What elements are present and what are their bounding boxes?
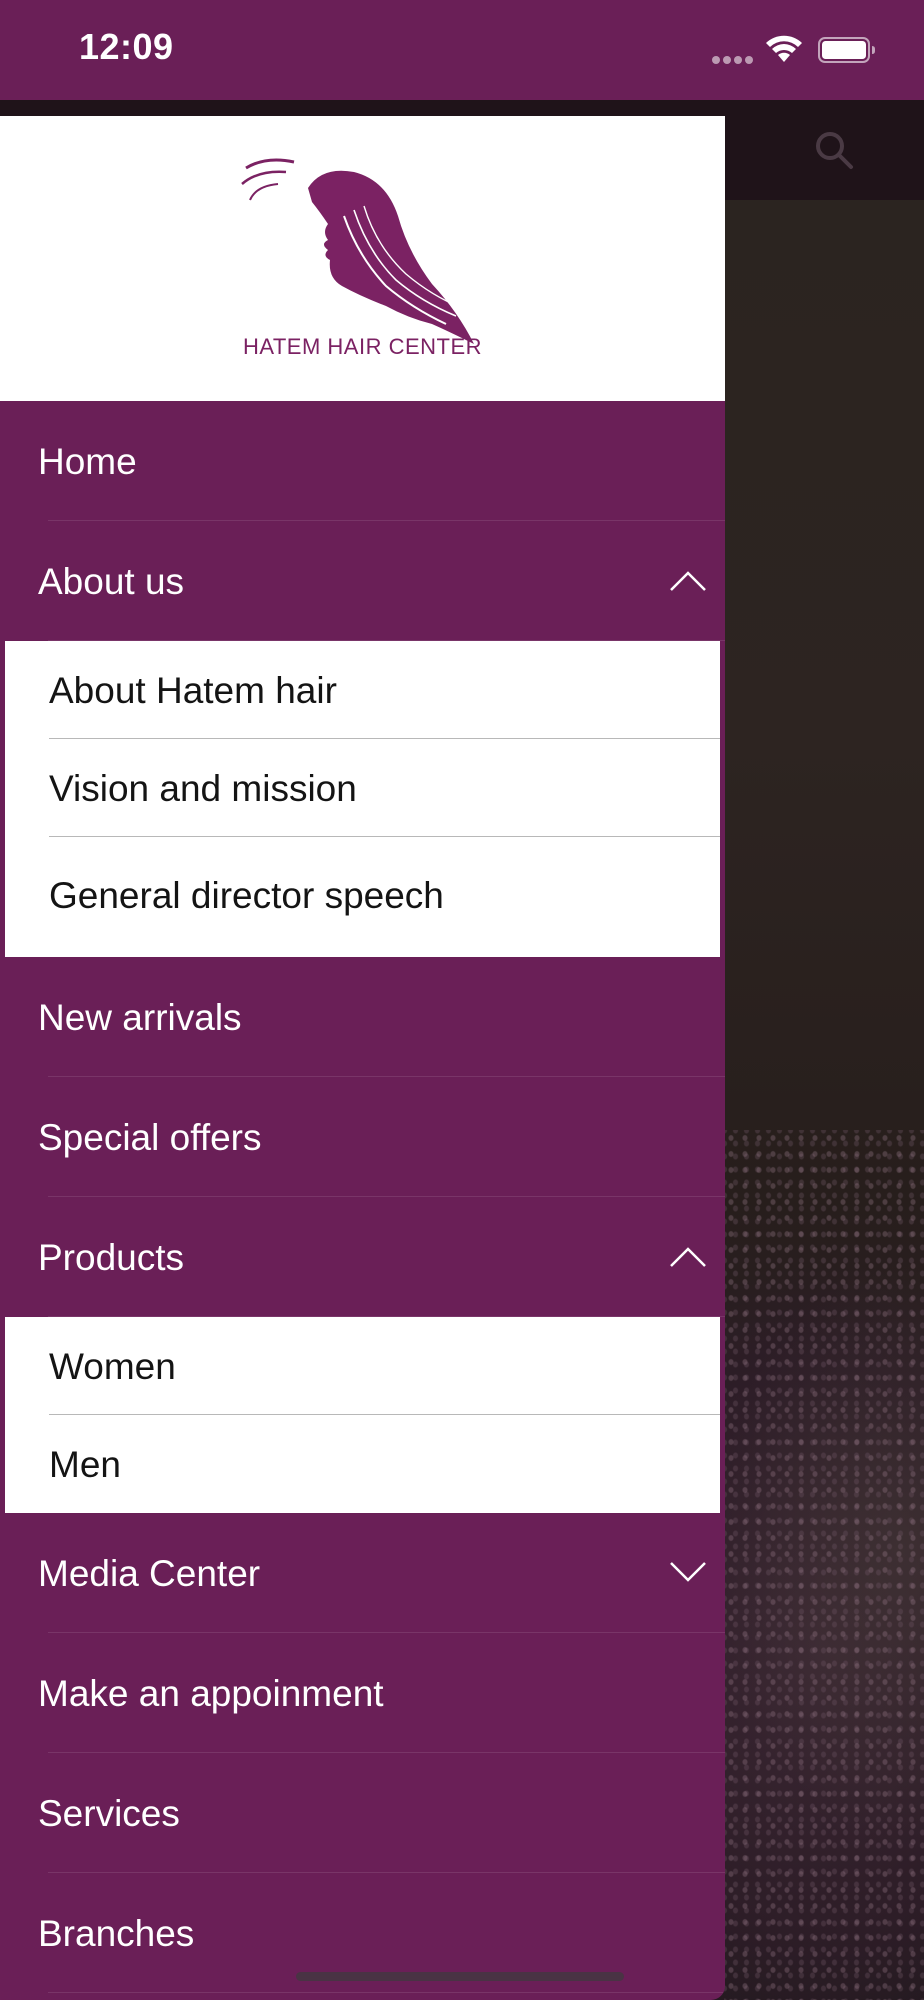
wifi-icon — [766, 35, 802, 62]
chevron-up-icon[interactable] — [668, 1241, 708, 1271]
submenu-about-us: About Hatem hair Vision and mission Gene… — [5, 641, 720, 957]
menu-item-label: Make an appoinment — [38, 1673, 384, 1714]
chevron-up-icon[interactable] — [668, 565, 708, 595]
status-bar: 12:09 — [0, 0, 924, 100]
menu-item-home[interactable]: Home — [0, 401, 725, 521]
submenu-products: Women Men — [5, 1317, 720, 1513]
submenu-item-label: About Hatem hair — [49, 670, 337, 711]
drawer-menu: Home About us About Hatem hair Vision an… — [0, 401, 725, 1993]
submenu-item-men[interactable]: Men — [5, 1415, 720, 1513]
submenu-item-vision-and-mission[interactable]: Vision and mission — [5, 739, 720, 837]
navigation-drawer: HATEM HAIR CENTER Home About us About Ha… — [0, 116, 725, 2000]
menu-item-media-center[interactable]: Media Center — [0, 1513, 725, 1633]
submenu-item-general-director-speech[interactable]: General director speech — [5, 837, 720, 957]
menu-item-label: Products — [38, 1237, 185, 1278]
submenu-item-label: General director speech — [49, 875, 444, 916]
brand-name: HATEM HAIR CENTER — [242, 334, 483, 359]
menu-item-label: About us — [38, 561, 185, 602]
menu-item-products[interactable]: Products — [0, 1197, 725, 1317]
battery-icon — [818, 37, 875, 63]
chevron-down-icon[interactable] — [668, 1557, 708, 1587]
submenu-item-about-hatem-hair[interactable]: About Hatem hair — [5, 641, 720, 739]
menu-item-label: Media Center — [38, 1553, 261, 1594]
search-icon[interactable] — [812, 128, 856, 172]
menu-item-about-us[interactable]: About us — [0, 521, 725, 641]
submenu-item-label: Women — [49, 1346, 176, 1387]
drawer-header: HATEM HAIR CENTER — [0, 116, 725, 401]
home-indicator[interactable] — [296, 1972, 624, 1981]
menu-item-label: Special offers — [38, 1117, 262, 1158]
menu-item-make-an-appointment[interactable]: Make an appoinment — [0, 1633, 725, 1753]
status-time: 12:09 — [79, 26, 174, 67]
submenu-item-women[interactable]: Women — [5, 1317, 720, 1415]
menu-item-services[interactable]: Services — [0, 1753, 725, 1873]
hatem-hair-logo — [241, 158, 474, 344]
menu-item-label: Home — [38, 441, 137, 482]
submenu-item-label: Vision and mission — [49, 768, 357, 809]
cellular-signal-icon — [712, 56, 754, 64]
menu-item-new-arrivals[interactable]: New arrivals — [0, 957, 725, 1077]
menu-item-label: Branches — [38, 1913, 195, 1954]
menu-item-special-offers[interactable]: Special offers — [0, 1077, 725, 1197]
menu-item-label: New arrivals — [38, 997, 242, 1038]
submenu-item-label: Men — [49, 1444, 121, 1485]
menu-item-label: Services — [38, 1793, 180, 1834]
